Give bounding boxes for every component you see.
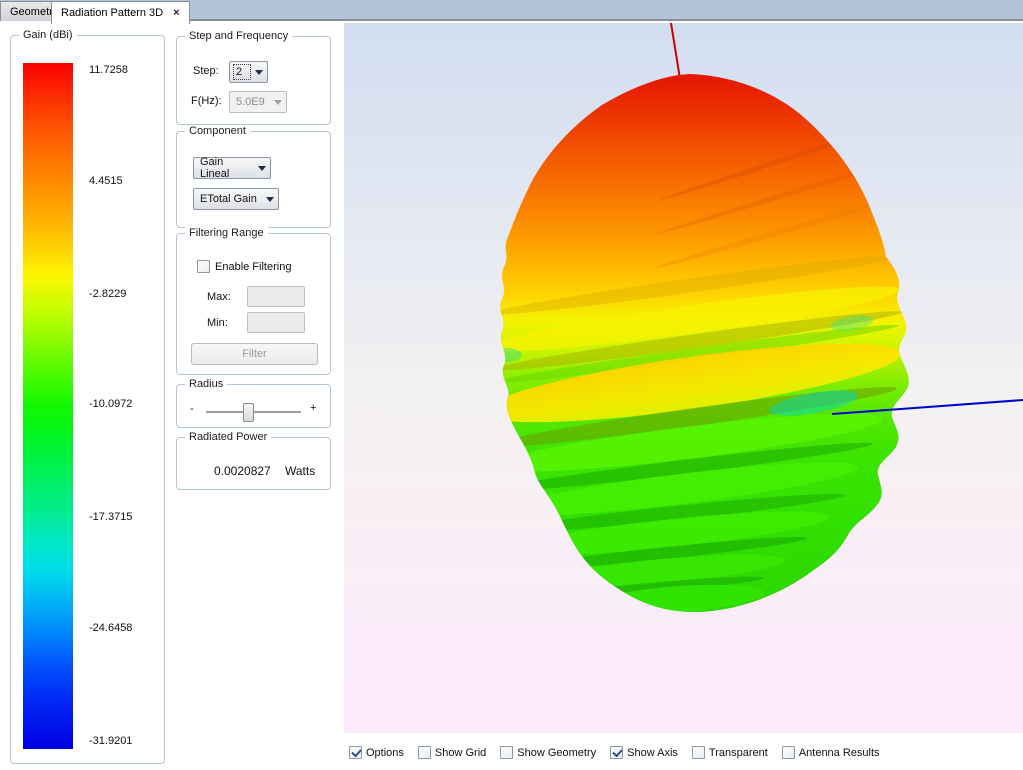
viewport-toolbar: Options Show Grid Show Geometry Show Axi… — [349, 746, 880, 759]
filter-button[interactable]: Filter — [191, 343, 318, 365]
freq-label: F(Hz): — [191, 95, 222, 107]
step-frequency-group: Step and Frequency Step: 2 F(Hz): 5.0E9 — [176, 36, 331, 125]
chevron-down-icon — [258, 166, 266, 171]
show-geometry-label: Show Geometry — [517, 747, 596, 759]
close-icon[interactable]: × — [173, 8, 179, 18]
component-group: Component Gain Lineal ETotal Gain — [176, 131, 331, 228]
transparent-checkbox[interactable] — [692, 746, 705, 759]
max-label: Max: — [207, 291, 231, 303]
radius-slider-handle[interactable] — [243, 403, 254, 422]
gain-tick: -24.6458 — [89, 622, 164, 635]
frequency-dropdown[interactable]: 5.0E9 — [229, 91, 287, 113]
radius-minus-label: - — [190, 403, 194, 415]
field-component-value: ETotal Gain — [198, 192, 261, 206]
transparent-label: Transparent — [709, 747, 768, 759]
gain-panel-title: Gain (dBi) — [19, 29, 77, 41]
option-options[interactable]: Options — [349, 746, 404, 759]
enable-filtering-option[interactable]: Enable Filtering — [197, 260, 291, 273]
options-label: Options — [366, 747, 404, 759]
enable-filtering-checkbox[interactable] — [197, 260, 210, 273]
gain-colorbar — [23, 63, 73, 749]
show-axis-label: Show Axis — [627, 747, 678, 759]
gain-tick: -2.8229 — [89, 288, 164, 301]
tab-radiation-pattern-3d[interactable]: Radiation Pattern 3D × — [51, 1, 190, 24]
radiated-power-group: Radiated Power 0.0020827 Watts — [176, 437, 331, 490]
show-grid-label: Show Grid — [435, 747, 486, 759]
gain-tick: -17.3715 — [89, 511, 164, 524]
radius-title: Radius — [185, 378, 227, 390]
radiation-pattern-3d-viewport[interactable] — [344, 23, 1023, 733]
component-title: Component — [185, 125, 250, 137]
gain-tick: 11.7258 — [89, 64, 164, 77]
tab-radiation-label: Radiation Pattern 3D — [61, 7, 163, 19]
options-checkbox[interactable] — [349, 746, 362, 759]
frequency-dropdown-value: 5.0E9 — [234, 95, 269, 109]
step-frequency-title: Step and Frequency — [185, 30, 292, 42]
filtering-title: Filtering Range — [185, 227, 268, 239]
radiated-power-value: 0.0020827 — [214, 464, 271, 478]
show-geometry-checkbox[interactable] — [500, 746, 513, 759]
option-antenna-results[interactable]: Antenna Results — [782, 746, 880, 759]
option-show-grid[interactable]: Show Grid — [418, 746, 486, 759]
radius-plus-label: + — [310, 402, 316, 414]
chevron-down-icon — [266, 197, 274, 202]
step-dropdown-value: 2 — [234, 65, 250, 79]
tab-strip: Geometry Radiation Pattern 3D × — [0, 0, 1023, 21]
gain-type-dropdown[interactable]: Gain Lineal — [193, 157, 271, 179]
min-input[interactable] — [247, 312, 305, 333]
radiated-power-title: Radiated Power — [185, 431, 271, 443]
enable-filtering-label: Enable Filtering — [215, 261, 291, 273]
step-dropdown[interactable]: 2 — [229, 61, 268, 83]
chevron-down-icon — [255, 70, 263, 75]
radius-group: Radius - + — [176, 384, 331, 428]
option-show-geometry[interactable]: Show Geometry — [500, 746, 596, 759]
radiated-power-unit: Watts — [285, 464, 315, 478]
gain-type-value: Gain Lineal — [198, 155, 253, 181]
option-transparent[interactable]: Transparent — [692, 746, 768, 759]
option-show-axis[interactable]: Show Axis — [610, 746, 678, 759]
gain-tick: -31.9201 — [89, 735, 164, 748]
gain-tick: -10.0972 — [89, 398, 164, 411]
step-label: Step: — [193, 65, 219, 77]
filtering-group: Filtering Range Enable Filtering Max: Mi… — [176, 233, 331, 375]
show-grid-checkbox[interactable] — [418, 746, 431, 759]
field-component-dropdown[interactable]: ETotal Gain — [193, 188, 279, 210]
show-axis-checkbox[interactable] — [610, 746, 623, 759]
gain-panel: Gain (dBi) 11.7258 4.4515 -2.8229 -10.09… — [10, 35, 165, 764]
gain-tick: 4.4515 — [89, 175, 164, 188]
antenna-results-label: Antenna Results — [799, 747, 880, 759]
antenna-results-checkbox[interactable] — [782, 746, 795, 759]
min-label: Min: — [207, 317, 228, 329]
radiation-pattern-3d-plot — [344, 23, 1023, 733]
max-input[interactable] — [247, 286, 305, 307]
chevron-down-icon — [274, 100, 282, 105]
